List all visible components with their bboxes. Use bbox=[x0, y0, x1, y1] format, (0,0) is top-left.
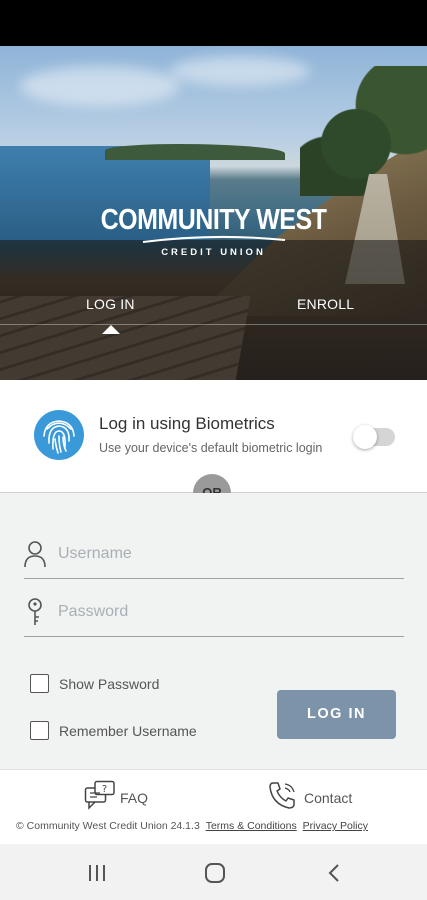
terms-link[interactable]: Terms & Conditions bbox=[206, 820, 297, 832]
system-navigation-bar bbox=[0, 844, 427, 900]
home-icon[interactable] bbox=[202, 860, 228, 886]
faq-chat-icon: ? bbox=[84, 780, 115, 810]
remember-username-checkbox[interactable] bbox=[30, 721, 49, 740]
contact-label: Contact bbox=[304, 790, 353, 806]
fingerprint-icon bbox=[34, 410, 84, 460]
faq-label: FAQ bbox=[120, 790, 149, 806]
login-button[interactable]: LOG IN bbox=[277, 690, 396, 739]
toggle-knob bbox=[353, 425, 377, 449]
brand-name: COMMUNITY WEST bbox=[100, 203, 327, 237]
back-icon[interactable] bbox=[322, 860, 348, 886]
biometrics-toggle[interactable] bbox=[353, 425, 395, 449]
biometrics-subtitle: Use your device's default biometric logi… bbox=[99, 441, 323, 455]
phone-icon bbox=[269, 782, 295, 809]
password-field bbox=[24, 589, 404, 637]
copyright-text: © Community West Credit Union 24.1.3 bbox=[16, 820, 200, 832]
key-icon bbox=[28, 598, 42, 625]
tab-login[interactable]: LOG IN bbox=[86, 296, 135, 312]
user-icon bbox=[24, 541, 46, 568]
footer: ? FAQ Contact © Community West Credit Un… bbox=[0, 769, 427, 844]
hero-overlay bbox=[0, 240, 427, 380]
show-password-label: Show Password bbox=[59, 676, 160, 692]
legal-text: © Community West Credit Union 24.1.3 Ter… bbox=[16, 820, 368, 832]
svg-text:?: ? bbox=[102, 784, 107, 795]
biometrics-title: Log in using Biometrics bbox=[99, 414, 275, 433]
remember-username-label: Remember Username bbox=[59, 723, 197, 739]
status-bar bbox=[0, 0, 427, 46]
username-input[interactable] bbox=[58, 541, 388, 567]
brand-logo: COMMUNITY WEST CREDIT UNION bbox=[0, 203, 427, 258]
tab-enroll[interactable]: ENROLL bbox=[297, 296, 354, 312]
active-tab-indicator bbox=[102, 325, 120, 334]
show-password-checkbox[interactable] bbox=[30, 674, 49, 693]
tab-divider bbox=[0, 324, 427, 325]
brand-subtitle: CREDIT UNION bbox=[161, 247, 266, 258]
far-shore bbox=[105, 144, 285, 160]
privacy-link[interactable]: Privacy Policy bbox=[303, 820, 368, 832]
cloud bbox=[20, 66, 180, 106]
recent-apps-icon[interactable] bbox=[84, 860, 110, 886]
cloud bbox=[170, 56, 310, 86]
password-input[interactable] bbox=[58, 599, 388, 625]
username-field bbox=[24, 531, 404, 579]
login-form: Show Password Remember Username LOG IN bbox=[0, 493, 427, 769]
trees bbox=[300, 66, 427, 196]
